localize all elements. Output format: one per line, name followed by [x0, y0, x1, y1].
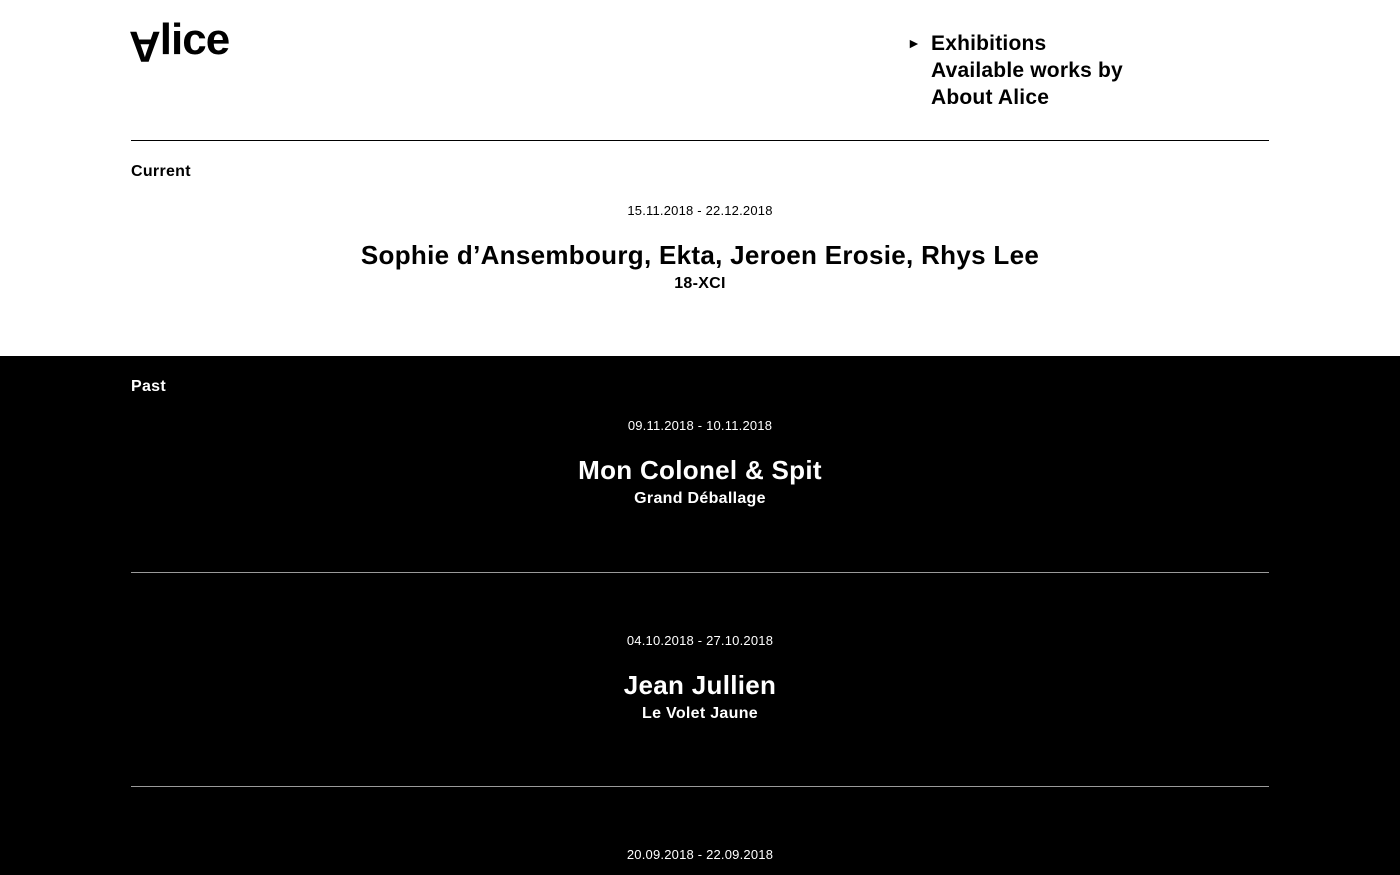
exhibition-divider [131, 786, 1269, 787]
nav-item-exhibitions[interactable]: Exhibitions [931, 30, 1046, 57]
exhibition-card[interactable]: 15.11.2018 - 22.12.2018 Sophie d’Ansembo… [0, 202, 1400, 294]
exhibition-card[interactable]: 20.09.2018 - 22.09.2018 [0, 846, 1400, 864]
nav-item-about[interactable]: About Alice [931, 84, 1049, 111]
exhibition-title: Le Volet Jaune [642, 705, 758, 722]
nav-item-available-works[interactable]: Available works by [931, 57, 1123, 84]
exhibition-artists: Jean Jullien [623, 670, 777, 700]
alice-logo[interactable]: Alice [129, 18, 230, 72]
exhibition-artists: Mon Colonel & Spit [578, 455, 822, 485]
nav-row-exhibitions: ► Exhibitions [907, 30, 1123, 57]
past-section: Past 09.11.2018 - 10.11.2018 Mon Colonel… [0, 356, 1400, 875]
exhibition-card[interactable]: 04.10.2018 - 27.10.2018 Jean Jullien Le … [0, 632, 1400, 724]
exhibition-title: Grand Déballage [634, 490, 766, 507]
current-section: Current 15.11.2018 - 22.12.2018 Sophie d… [0, 141, 1400, 356]
exhibition-card[interactable]: 09.11.2018 - 10.11.2018 Mon Colonel & Sp… [0, 417, 1400, 509]
past-label: Past [131, 378, 166, 395]
exhibition-dates: 09.11.2018 - 10.11.2018 [627, 418, 773, 433]
logo-text: lice [159, 15, 230, 64]
exhibition-dates: 04.10.2018 - 27.10.2018 [626, 633, 774, 648]
nav-row-about: About Alice [907, 84, 1123, 111]
exhibition-divider [131, 572, 1269, 573]
exhibition-artists: Sophie d’Ansembourg, Ekta, Jeroen Erosie… [360, 240, 1040, 270]
exhibition-dates: 20.09.2018 - 22.09.2018 [626, 847, 774, 862]
site-header: Alice ► Exhibitions Available works by A… [0, 0, 1400, 141]
logo-flipped-letter: A [129, 22, 160, 71]
page: Alice ► Exhibitions Available works by A… [0, 0, 1400, 875]
nav-row-available-works: Available works by [907, 57, 1123, 84]
active-arrow-icon: ► [907, 35, 921, 51]
exhibition-dates: 15.11.2018 - 22.12.2018 [627, 203, 773, 218]
main-nav: ► Exhibitions Available works by About A… [907, 30, 1123, 111]
current-label: Current [131, 163, 191, 180]
exhibition-title: 18-XCI [674, 275, 726, 292]
